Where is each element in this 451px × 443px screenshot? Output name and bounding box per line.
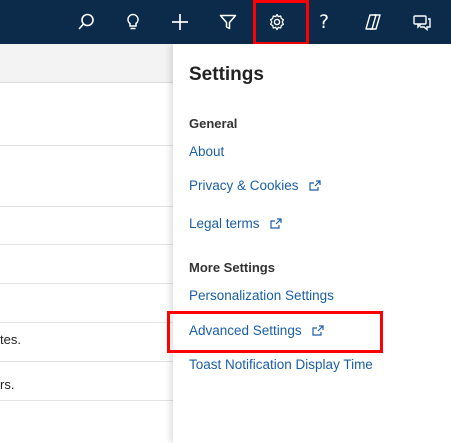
list-row-text: tes. — [0, 332, 21, 347]
list-row[interactable] — [0, 83, 175, 146]
copilot-button[interactable] — [353, 0, 393, 44]
privacy-cookies-link[interactable]: Privacy & Cookies — [189, 178, 321, 193]
list-row[interactable] — [0, 207, 175, 245]
personalization-settings-link[interactable]: Personalization Settings — [189, 288, 334, 303]
chat-button[interactable] — [402, 0, 442, 44]
legal-terms-link[interactable]: Legal terms — [189, 216, 282, 231]
new-item-button[interactable] — [160, 0, 200, 44]
settings-title: Settings — [189, 64, 264, 85]
list-row[interactable] — [0, 284, 175, 323]
advanced-settings-link[interactable]: Advanced Settings — [189, 323, 324, 338]
toast-label: Toast Notification Display Time — [189, 357, 373, 372]
list-row[interactable] — [0, 245, 175, 284]
filter-button[interactable] — [208, 0, 248, 44]
chat-icon — [413, 15, 431, 31]
list-row-text: rs. — [0, 377, 15, 392]
list-row[interactable]: rs. — [0, 362, 175, 401]
about-link[interactable]: About — [189, 144, 224, 159]
search-button[interactable] — [66, 0, 106, 44]
more-settings-heading: More Settings — [189, 260, 275, 275]
personalization-label: Personalization Settings — [189, 288, 334, 303]
search-icon — [78, 13, 94, 30]
filter-icon — [219, 14, 237, 30]
lightbulb-button[interactable] — [113, 0, 153, 44]
help-icon: ? — [318, 11, 330, 33]
help-button[interactable]: ? — [304, 0, 344, 44]
settings-button[interactable] — [257, 0, 297, 44]
plus-icon — [172, 14, 188, 30]
background-list: tes. rs. — [0, 44, 175, 443]
list-row[interactable]: tes. — [0, 323, 175, 362]
privacy-label: Privacy & Cookies — [189, 178, 299, 193]
settings-panel: Settings General About Privacy & Cookies… — [173, 44, 451, 443]
lightbulb-icon — [127, 13, 139, 30]
list-header — [0, 44, 175, 83]
list-row[interactable] — [0, 146, 175, 207]
gear-icon — [269, 13, 285, 31]
top-nav-bar: ? — [0, 0, 451, 44]
general-heading: General — [189, 116, 238, 131]
external-link-icon — [269, 218, 282, 229]
about-label: About — [189, 144, 225, 159]
external-link-icon — [311, 325, 324, 336]
legal-label: Legal terms — [189, 216, 260, 231]
copilot-icon — [365, 14, 381, 30]
external-link-icon — [308, 180, 321, 191]
advanced-label: Advanced Settings — [189, 323, 302, 338]
toast-notification-link[interactable]: Toast Notification Display Time — [189, 357, 373, 372]
